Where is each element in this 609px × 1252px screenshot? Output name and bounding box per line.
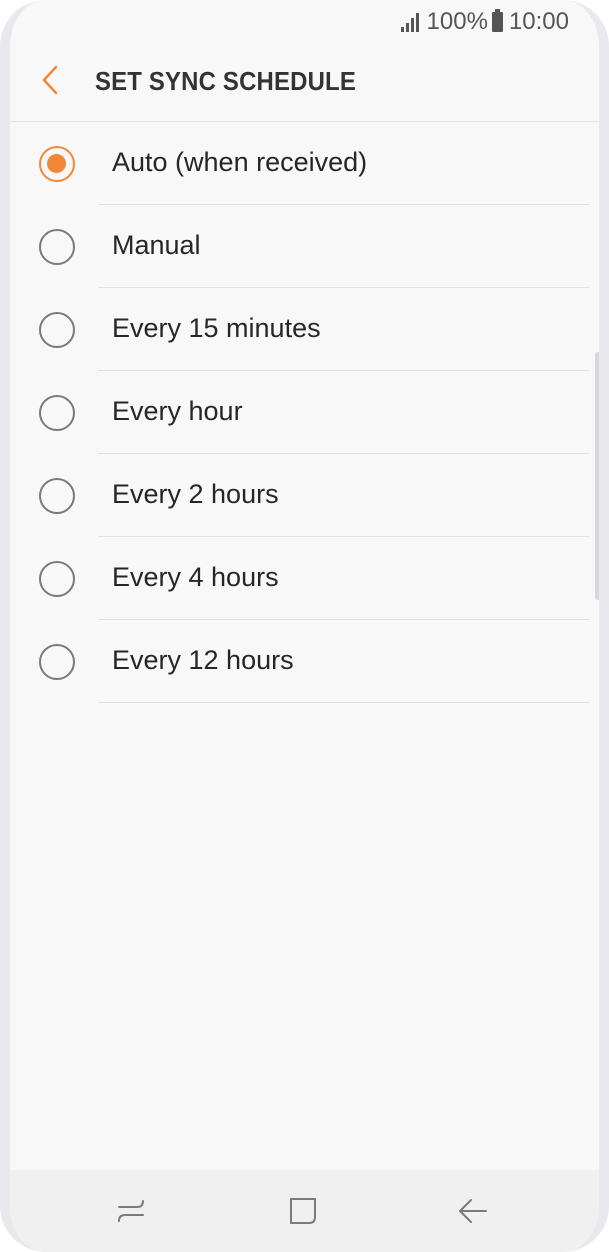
radio-button[interactable] xyxy=(39,229,75,265)
radio-button-selected[interactable] xyxy=(39,146,75,182)
back-nav-button[interactable] xyxy=(448,1188,498,1234)
option-label: Every 4 hours xyxy=(112,562,279,592)
option-every-12-hours[interactable]: Every 12 hours xyxy=(10,620,599,703)
phone-screen: 100% 10:00 SET SYNC SCHEDULE Auto (when … xyxy=(0,0,609,1252)
status-indicators: 100% 10:00 xyxy=(400,8,569,36)
radio-button[interactable] xyxy=(39,478,75,514)
option-auto-when-received[interactable]: Auto (when received) xyxy=(10,122,599,205)
radio-button[interactable] xyxy=(39,561,75,597)
radio-button[interactable] xyxy=(39,395,75,431)
recent-apps-icon xyxy=(118,1200,144,1222)
home-button[interactable] xyxy=(278,1188,328,1234)
back-button[interactable] xyxy=(30,58,70,102)
option-label: Auto (when received) xyxy=(112,147,368,177)
battery-icon xyxy=(491,9,503,32)
recent-apps-button[interactable] xyxy=(106,1188,156,1234)
option-every-2-hours[interactable]: Every 2 hours xyxy=(10,454,599,537)
navigation-bar xyxy=(10,1170,599,1252)
chevron-left-icon xyxy=(42,65,58,95)
sync-schedule-options: Auto (when received) Manual Every 15 min… xyxy=(10,122,599,703)
divider xyxy=(98,702,589,703)
status-time: 10:00 xyxy=(508,8,569,35)
option-label: Manual xyxy=(112,230,201,260)
radio-button[interactable] xyxy=(39,644,75,680)
app-bar: SET SYNC SCHEDULE xyxy=(10,44,599,122)
page-title: SET SYNC SCHEDULE xyxy=(95,66,356,96)
home-icon xyxy=(290,1198,316,1224)
battery-percent: 100% xyxy=(426,8,488,35)
option-every-4-hours[interactable]: Every 4 hours xyxy=(10,537,599,620)
option-label: Every 12 hours xyxy=(112,645,294,675)
option-label: Every 2 hours xyxy=(112,479,279,509)
option-every-hour[interactable]: Every hour xyxy=(10,371,599,454)
option-label: Every 15 minutes xyxy=(112,313,321,343)
option-every-15-minutes[interactable]: Every 15 minutes xyxy=(10,288,599,371)
option-label: Every hour xyxy=(112,396,243,426)
back-arrow-icon xyxy=(459,1199,487,1223)
option-manual[interactable]: Manual xyxy=(10,205,599,288)
signal-icon xyxy=(400,12,421,32)
radio-button[interactable] xyxy=(39,312,75,348)
status-bar: 100% 10:00 xyxy=(10,0,599,44)
